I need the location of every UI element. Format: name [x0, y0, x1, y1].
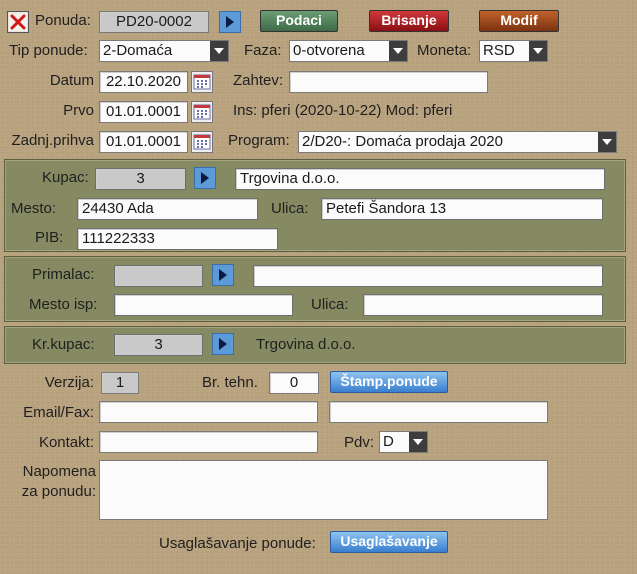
- napomena-textarea[interactable]: [99, 460, 548, 520]
- calendar-icon: [193, 74, 211, 90]
- prvo-field[interactable]: 01.01.0001: [99, 101, 188, 123]
- zahtev-label: Zahtev:: [233, 72, 284, 89]
- faza-select[interactable]: 0-otvorena: [289, 40, 408, 62]
- verzija-label: Verzija:: [44, 374, 94, 391]
- moneta-value: RSD: [483, 42, 515, 59]
- calendar-icon: [193, 134, 211, 150]
- primalac-nav-button[interactable]: [212, 264, 234, 286]
- napomena-label-line1: Napomena: [22, 463, 96, 480]
- krkupac-label: Kr.kupac:: [32, 336, 95, 353]
- datum-field[interactable]: 22.10.2020: [99, 71, 188, 93]
- close-x-icon: [9, 13, 27, 31]
- primalac-label: Primalac:: [32, 266, 95, 283]
- faza-label: Faza:: [244, 42, 282, 59]
- modif-button[interactable]: Modif: [479, 10, 559, 32]
- moneta-label: Moneta:: [417, 42, 472, 59]
- play-arrow-icon: [219, 269, 227, 281]
- krkupac-panel: Kr.kupac: 3 Trgovina d.o.o.: [4, 326, 626, 364]
- program-value: 2/D20-: Domaća prodaja 2020: [302, 133, 503, 150]
- br-tehn-label: Br. tehn.: [202, 374, 258, 391]
- br-tehn-field[interactable]: 0: [269, 372, 319, 394]
- zadnj-prihva-field[interactable]: 01.01.0001: [99, 131, 188, 153]
- ponuda-nav-button[interactable]: [219, 11, 241, 33]
- email-fax-field[interactable]: [99, 401, 318, 423]
- close-button[interactable]: [7, 11, 29, 33]
- zadnj-prihva-label: Zadnj.prihva: [11, 132, 94, 149]
- pib-label: PIB:: [35, 229, 64, 246]
- faza-value: 0-otvorena: [293, 42, 365, 59]
- pdv-label: Pdv:: [344, 434, 375, 451]
- tip-ponude-select[interactable]: 2-Domaća: [99, 40, 229, 62]
- mesto-label: Mesto:: [11, 200, 57, 217]
- prvo-calendar-button[interactable]: [191, 101, 213, 123]
- krkupac-nav-button[interactable]: [212, 333, 234, 355]
- krkupac-code-field[interactable]: 3: [114, 334, 203, 356]
- zadnj-calendar-button[interactable]: [191, 131, 213, 153]
- prvo-label: Prvo: [63, 102, 94, 119]
- ulica-isp-label: Ulica:: [311, 296, 349, 313]
- pib-field[interactable]: 111222333: [77, 228, 278, 250]
- chevron-down-icon: [529, 41, 547, 61]
- chevron-down-icon: [389, 41, 407, 61]
- kontakt-label: Kontakt:: [38, 434, 94, 451]
- ponuda-label: Ponuda:: [35, 12, 91, 29]
- ulica-isp-field[interactable]: [363, 294, 603, 316]
- email-fax-secondary-field[interactable]: [329, 401, 548, 423]
- mesto-isp-label: Mesto isp:: [29, 296, 98, 313]
- primalac-name-field[interactable]: [253, 265, 603, 287]
- tip-ponude-value: 2-Domaća: [103, 42, 173, 59]
- email-fax-label: Email/Fax:: [23, 404, 94, 421]
- ins-mod-info: Ins: pferi (2020-10-22) Mod: pferi: [233, 102, 453, 119]
- ulica-field[interactable]: Petefi Šandora 13: [321, 198, 603, 220]
- program-select[interactable]: 2/D20-: Domaća prodaja 2020: [298, 131, 617, 153]
- verzija-field[interactable]: 1: [101, 372, 139, 394]
- kupac-panel: Kupac: 3 Trgovina d.o.o. Mesto: 24430 Ad…: [4, 159, 626, 252]
- pdv-value: D: [383, 433, 394, 450]
- napomena-label-line2: za ponudu:: [21, 483, 96, 500]
- pdv-select[interactable]: D: [379, 431, 428, 453]
- primalac-panel: Primalac: Mesto isp: Ulica:: [4, 256, 626, 322]
- calendar-icon: [193, 104, 211, 120]
- play-arrow-icon: [226, 16, 234, 28]
- podaci-button[interactable]: Podaci: [260, 10, 338, 32]
- chevron-down-icon: [409, 432, 427, 452]
- kontakt-field[interactable]: [99, 431, 318, 453]
- usaglasavanje-label: Usaglašavanje ponude:: [159, 535, 316, 552]
- krkupac-name: Trgovina d.o.o.: [256, 336, 356, 353]
- kupac-name-field[interactable]: Trgovina d.o.o.: [235, 168, 605, 190]
- stamp-ponude-button[interactable]: Štamp.ponude: [330, 371, 448, 393]
- primalac-code-field[interactable]: [114, 265, 203, 287]
- moneta-select[interactable]: RSD: [479, 40, 548, 62]
- play-arrow-icon: [201, 172, 209, 184]
- chevron-down-icon: [210, 41, 228, 61]
- ulica-label: Ulica:: [271, 200, 309, 217]
- ponuda-field[interactable]: PD20-0002: [99, 11, 209, 33]
- brisanje-button[interactable]: Brisanje: [369, 10, 449, 32]
- mesto-field[interactable]: 24430 Ada: [77, 198, 258, 220]
- play-arrow-icon: [219, 338, 227, 350]
- datum-label: Datum: [49, 72, 94, 89]
- program-label: Program:: [228, 132, 290, 149]
- tip-ponude-label: Tip ponude:: [9, 42, 88, 59]
- mesto-isp-field[interactable]: [114, 294, 293, 316]
- usaglasavanje-button[interactable]: Usaglašavanje: [330, 531, 448, 553]
- datum-calendar-button[interactable]: [191, 71, 213, 93]
- zahtev-field[interactable]: [289, 71, 488, 93]
- kupac-nav-button[interactable]: [194, 167, 216, 189]
- chevron-down-icon: [598, 132, 616, 152]
- kupac-code-field[interactable]: 3: [95, 168, 186, 190]
- kupac-label: Kupac:: [42, 169, 89, 186]
